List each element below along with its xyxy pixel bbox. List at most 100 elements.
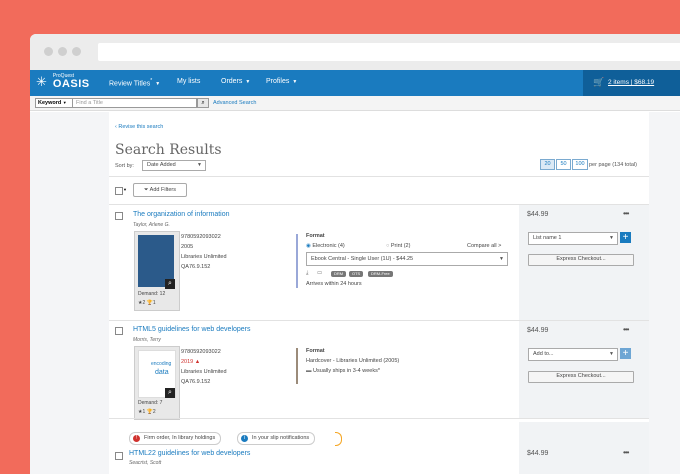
nav-orders[interactable]: Orders ▼ [221, 78, 250, 85]
year: 2005 [181, 244, 194, 250]
divider [109, 418, 649, 419]
window-dot[interactable] [44, 47, 53, 56]
revise-search-link[interactable]: ‹ Revise this search [115, 124, 163, 130]
chevron-down-icon: ▼ [292, 79, 298, 85]
isbn: 9780592093022 [181, 349, 221, 355]
cart[interactable]: 🛒 2 items | $68.19 [583, 70, 680, 96]
device-icon: ▭ [317, 270, 323, 276]
call-number: QA76.9.152 [181, 264, 211, 270]
nav-my-lists[interactable]: My lists [177, 78, 200, 85]
book-thumbnail[interactable]: encoding data ⌕ Demand: 7 ★1 🏆2 [134, 346, 180, 420]
result-checkbox[interactable] [115, 452, 123, 460]
more-icon[interactable]: ••• [623, 448, 629, 457]
info-icon: i [241, 435, 248, 442]
select-all-checkbox[interactable] [115, 187, 123, 195]
result-title[interactable]: HTML22 guidelines for web developers [129, 450, 250, 457]
search-icon[interactable]: ⌕ [197, 98, 209, 108]
price: $44.99 [527, 450, 549, 457]
main-content: ‹ Revise this search Search Results Sort… [109, 112, 649, 474]
purchase-panel [519, 321, 649, 418]
book-meta: 9780592093022 2019 ▲ Libraries Unlimited… [181, 347, 227, 387]
chevron-down-icon: ▼ [197, 162, 202, 168]
result-author: Morris, Terry [133, 337, 161, 343]
chevron-down-icon[interactable]: ▼ [123, 187, 127, 192]
result-title[interactable]: The organization of information [133, 211, 230, 218]
window-dot[interactable] [58, 47, 67, 56]
isbn: 9780592093022 [181, 234, 221, 240]
search-field-select[interactable]: Keyword ▼ [35, 98, 73, 108]
filter-icon: ⏷ [144, 187, 149, 193]
price: $44.99 [527, 327, 549, 334]
sort-select[interactable]: Date Added ▼ [142, 160, 206, 171]
format-label: Format [306, 348, 325, 354]
radio-selected-icon: ◉ [306, 243, 311, 249]
more-icon[interactable]: ••• [623, 325, 629, 334]
cart-icon: 🛒 [593, 77, 605, 87]
zoom-icon[interactable]: ⌕ [165, 388, 175, 398]
add-filters-button[interactable]: ⏷ Add Filters [133, 183, 187, 197]
rating: ★2 🏆1 [138, 300, 156, 306]
ship-time: Arrives within 24 hours [306, 281, 362, 287]
nav-profiles[interactable]: Profiles ▼ [266, 78, 297, 85]
call-number: QA76.9.152 [181, 379, 211, 385]
result-checkbox[interactable] [115, 327, 123, 335]
right-gutter [649, 112, 680, 474]
demand-count: Demand: 12 [138, 291, 166, 297]
cart-summary[interactable]: 2 items | $68.19 [608, 79, 654, 86]
loading-arc [335, 432, 342, 446]
firm-order-pill: ! Firm order, In library holdings [129, 432, 222, 445]
express-checkout-button[interactable]: Express Checkout... [528, 254, 634, 266]
edition-select[interactable]: Ebook Central - Single User (1U) - $44.2… [306, 252, 508, 266]
chevron-down-icon: ▼ [499, 256, 504, 262]
ship-time: ▬ Usually ships in 3-4 weeks* [306, 368, 380, 374]
page-size-50[interactable]: 50 [556, 159, 571, 170]
window-dot[interactable] [72, 47, 81, 56]
chevron-down-icon: ▼ [245, 79, 251, 85]
slip-notification-pill: i In your slip notifications [237, 432, 316, 445]
result-author: Seacrist, Scott [129, 460, 162, 466]
format-bar [296, 348, 298, 384]
page-title: Search Results [115, 142, 222, 158]
format-print[interactable]: ○ Print (2) [386, 243, 410, 249]
chevron-down-icon: ▼ [609, 351, 614, 357]
more-icon[interactable]: ••• [623, 209, 629, 218]
address-bar[interactable] [98, 43, 680, 61]
zoom-icon[interactable]: ⌕ [165, 279, 175, 289]
browser-window: ✳ ProQuest OASIS Review Titles*▼ My list… [30, 34, 680, 474]
result-title[interactable]: HTML5 guidelines for web developers [133, 326, 251, 333]
warning-icon: ▲ [194, 359, 201, 365]
browser-chrome [30, 34, 680, 70]
format-bar [296, 234, 298, 288]
demand-count: Demand: 7 [138, 400, 163, 406]
page-size-20[interactable]: 20 [540, 159, 555, 170]
purchase-panel [519, 422, 649, 474]
format-value: Hardcover - Libraries Unlimited (2005) [306, 358, 400, 364]
left-gutter [30, 112, 109, 474]
logo[interactable]: ✳ ProQuest OASIS [36, 74, 90, 90]
list-select[interactable]: Add to... ▼ [528, 348, 618, 361]
format-label: Format [306, 233, 325, 239]
book-thumbnail[interactable]: ⌕ Demand: 12 ★2 🏆1 [134, 231, 180, 311]
download-icon: ⤓ [306, 270, 309, 276]
add-to-list-button[interactable]: + [620, 232, 631, 243]
format-electronic[interactable]: ◉ Electronic (4) [306, 243, 345, 249]
chevron-down-icon: ▼ [609, 235, 614, 241]
result-checkbox[interactable] [115, 212, 123, 220]
chevron-down-icon: ▼ [155, 81, 161, 88]
book-meta: 9780592093022 2005 Libraries Unlimited Q… [181, 232, 227, 272]
sort-label: Sort by: [115, 163, 134, 169]
publisher: Libraries Unlimited [181, 369, 227, 375]
price: $44.99 [527, 211, 549, 218]
nav-review-titles[interactable]: Review Titles*▼ [109, 78, 160, 87]
search-input[interactable]: Find a Title [72, 98, 197, 108]
express-checkout-button[interactable]: Express Checkout... [528, 371, 634, 383]
page-size-100[interactable]: 100 [572, 159, 588, 170]
compare-all-link[interactable]: Compare all > [467, 243, 501, 249]
add-to-list-button[interactable]: + [620, 348, 631, 359]
search-bar: Keyword ▼ Find a Title ⌕ Advanced Search [30, 96, 680, 111]
advanced-search-link[interactable]: Advanced Search [213, 100, 256, 106]
year: 2019 ▲ [181, 359, 201, 365]
sun-logo-icon: ✳ [36, 74, 47, 89]
list-select[interactable]: List name 1 ▼ [528, 232, 618, 245]
alert-icon: ! [133, 435, 140, 442]
